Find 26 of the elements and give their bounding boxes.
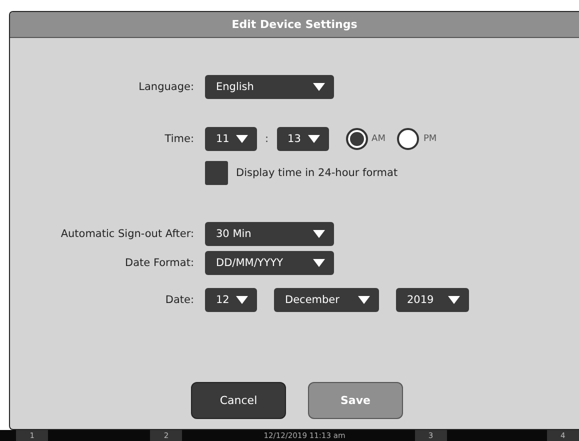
cancel-button[interactable]: Cancel [191,382,286,419]
field-label: Language: [138,81,194,93]
dropdown[interactable]: 13 [276,127,329,151]
dropdown[interactable]: 12 [205,288,257,312]
dropdown[interactable]: 2019 [396,288,469,312]
checkbox[interactable] [205,161,228,185]
caret-icon [313,83,325,91]
field-label: Automatic Sign-out After: [60,228,194,240]
time-separator: : [265,133,269,145]
caret-icon [313,259,325,267]
field-label: Time: [164,133,194,145]
dropdown[interactable]: English [205,75,334,99]
caret-icon [236,296,248,304]
dropdown[interactable]: December [274,288,379,312]
dropdown[interactable]: 30 Min [205,222,334,246]
caret-icon [448,296,460,304]
checkbox-label: Display time in 24-hour format [236,167,398,179]
field-label: Date: [165,294,194,306]
dialog-title: Edit Device Settings [232,18,358,31]
caret-icon [313,230,325,238]
field-label: Date Format: [125,257,194,269]
dropdown[interactable]: DD/MM/YYYY [205,251,334,275]
caret-icon [236,135,248,143]
caret-icon [358,296,370,304]
caret-icon [308,135,320,143]
dropdown[interactable]: 11 [205,127,257,151]
